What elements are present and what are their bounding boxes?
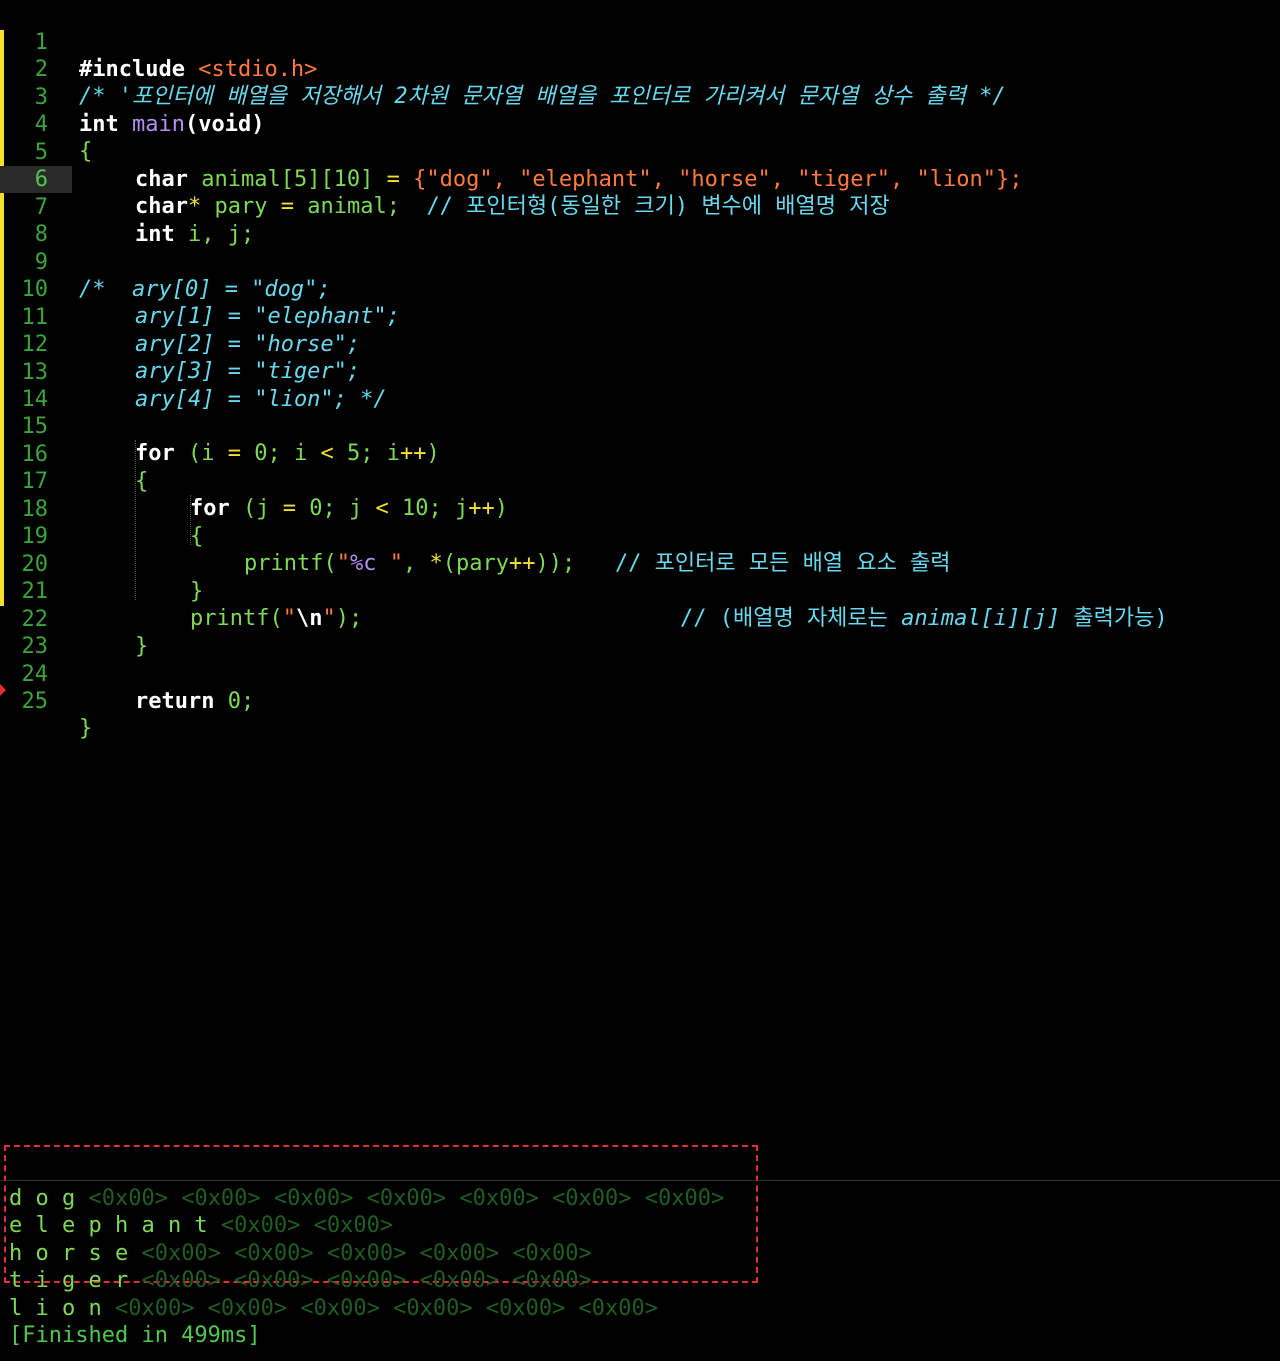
code-token: return — [135, 689, 228, 714]
code-line: 16 { — [0, 414, 1280, 494]
code-line: 8 — [0, 194, 1280, 247]
code-editor[interactable]: 1 #include <stdio.h> 2 /* '포인터에 배열을 저장해서… — [0, 0, 1280, 1150]
code-line: 5 char animal[5][10] = {"dog", "elephant… — [0, 112, 1280, 192]
code-line: 11 ary[2] = "horse"; — [0, 277, 1280, 357]
code-line: 12 ary[3] = "tiger"; — [0, 304, 1280, 384]
code-line: 18 { — [0, 469, 1280, 549]
output-null-bytes: <0x00> <0x00> <0x00> <0x00> <0x00> — [141, 1241, 592, 1266]
code-line: 14 — [0, 359, 1280, 412]
code-line: 7 int i, j; — [0, 167, 1280, 247]
output-chars: t i g e r — [9, 1268, 142, 1293]
code-line: 4 { — [0, 84, 1280, 164]
output-null-bytes: <0x00> <0x00> <0x00> <0x00> <0x00> <0x00… — [114, 1296, 659, 1321]
code-line: 15 for (i = 0; i < 5; i++) — [0, 386, 1280, 466]
code-line: 13 ary[4] = "lion"; */ — [0, 332, 1280, 412]
code-token: } — [79, 716, 93, 741]
output-line: l i o n <0x00> <0x00> <0x00> <0x00> <0x0… — [9, 1295, 658, 1322]
code-line: 23 — [0, 606, 1280, 659]
code-line: 21 printf("\n"); — [0, 551, 1280, 631]
output-chars: h o r s e — [9, 1241, 142, 1266]
output-null-bytes: <0x00> <0x00> — [220, 1213, 394, 1238]
build-output-panel[interactable]: d o g <0x00> <0x00> <0x00> <0x00> <0x00>… — [0, 1180, 1280, 1361]
code-line: 19 printf("%c ", *(pary++)); // 포인터로 모든 … — [0, 496, 1280, 576]
code-line: 6 char* pary = animal; // 포인터형(동일한 크기) 변… — [0, 139, 1280, 219]
code-line: 9 /* ary[0] = "dog"; — [0, 222, 1280, 302]
build-status: [Finished in 499ms] — [9, 1323, 261, 1348]
output-line: t i g e r <0x00> <0x00> <0x00> <0x00> <0… — [9, 1267, 592, 1294]
code-line: 20 } // (배열명 자체로는 animal[i][j] 출력가능) — [0, 524, 1280, 631]
code-line: 17 for (j = 0; j < 10; j++) — [0, 441, 1280, 521]
code-line: 10 ary[1] = "elephant"; — [0, 249, 1280, 329]
output-chars: l i o n — [9, 1296, 115, 1321]
code-line: 24 return 0; — [0, 634, 1280, 714]
code-line: 22 } — [0, 579, 1280, 659]
line-number: 25 — [21, 689, 49, 714]
code-line: 1 #include <stdio.h> — [0, 2, 1280, 82]
output-null-bytes: <0x00> <0x00> <0x00> <0x00> <0x00> — [141, 1268, 592, 1293]
output-line: e l e p h a n t <0x00> <0x00> — [9, 1212, 393, 1239]
output-line: d o g <0x00> <0x00> <0x00> <0x00> <0x00>… — [9, 1185, 724, 1212]
code-token: 0; — [227, 689, 255, 714]
output-chars: e l e p h a n t — [9, 1213, 221, 1238]
code-line: 2 /* '포인터에 배열을 저장해서 2차원 문자열 배열을 포인터로 가리켜… — [0, 29, 1280, 109]
output-chars: d o g — [9, 1186, 89, 1211]
code-line: 3 int main(void) — [0, 57, 1280, 137]
code-line: 25 } — [0, 661, 1280, 741]
output-null-bytes: <0x00> <0x00> <0x00> <0x00> <0x00> <0x00… — [88, 1186, 725, 1211]
output-line: h o r s e <0x00> <0x00> <0x00> <0x00> <0… — [9, 1240, 592, 1267]
